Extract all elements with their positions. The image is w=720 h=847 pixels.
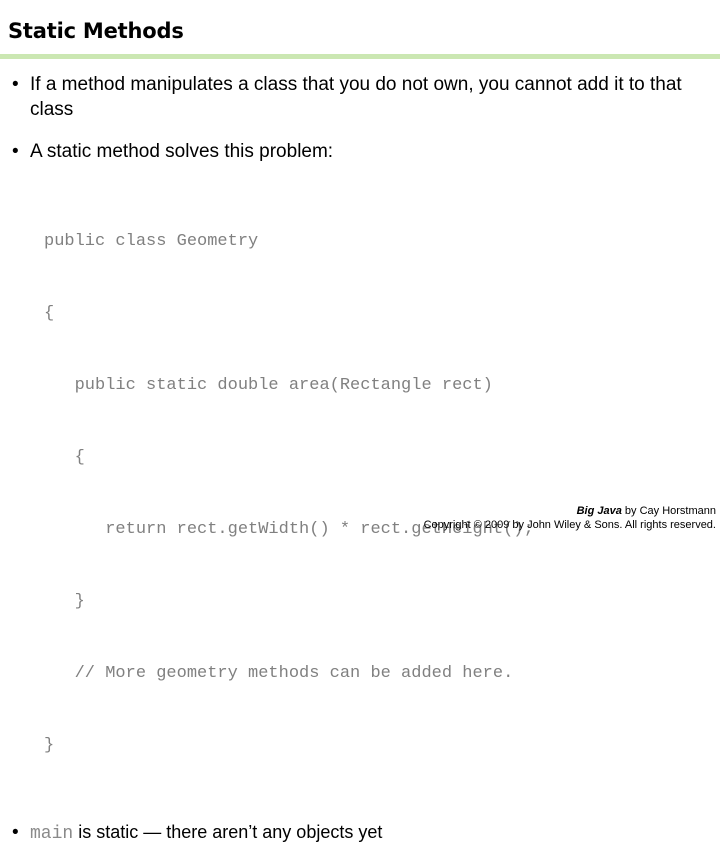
slide-root: Static Methods • If a method manipulates… bbox=[0, 0, 720, 844]
bullet-dot-icon: • bbox=[12, 141, 19, 162]
page-title: Static Methods bbox=[8, 19, 184, 43]
footer-attribution: Big Java by Cay Horstmann bbox=[196, 504, 716, 518]
list-item: • main is static — there aren’t any obje… bbox=[0, 820, 720, 847]
bullet-dot-icon: • bbox=[12, 822, 19, 843]
bullet-dot-icon: • bbox=[12, 74, 19, 95]
code-line: } bbox=[44, 592, 85, 611]
slide-body: • If a method manipulates a class that y… bbox=[0, 70, 720, 847]
code-line: { bbox=[44, 304, 55, 323]
code-block: public class Geometry { public static do… bbox=[44, 182, 720, 806]
code-line: // More geometry methods can be added he… bbox=[44, 664, 514, 683]
code-line: public class Geometry bbox=[44, 232, 259, 251]
list-item-label: is static — there aren’t any objects yet bbox=[73, 822, 383, 842]
code-line: } bbox=[44, 736, 55, 755]
list-item-label: If a method manipulates a class that you… bbox=[30, 74, 682, 120]
footer-copyright: Copyright © 2009 by John Wiley & Sons. A… bbox=[423, 519, 716, 531]
list-item-label: A static method solves this problem: bbox=[30, 141, 334, 162]
code-line: { bbox=[44, 448, 85, 467]
title-divider-rule bbox=[0, 54, 720, 59]
inline-code-main: main bbox=[30, 824, 74, 844]
list-item: • A static method solves this problem: bbox=[0, 139, 720, 164]
list-item: • If a method manipulates a class that y… bbox=[0, 72, 720, 122]
footer: Big Java by Cay Horstmann Copyright © 20… bbox=[196, 504, 716, 532]
code-line: public static double area(Rectangle rect… bbox=[44, 376, 493, 395]
book-title: Big Java bbox=[576, 505, 622, 517]
title-block: Static Methods bbox=[0, 18, 720, 44]
book-author: by Cay Horstmann bbox=[621, 505, 716, 517]
